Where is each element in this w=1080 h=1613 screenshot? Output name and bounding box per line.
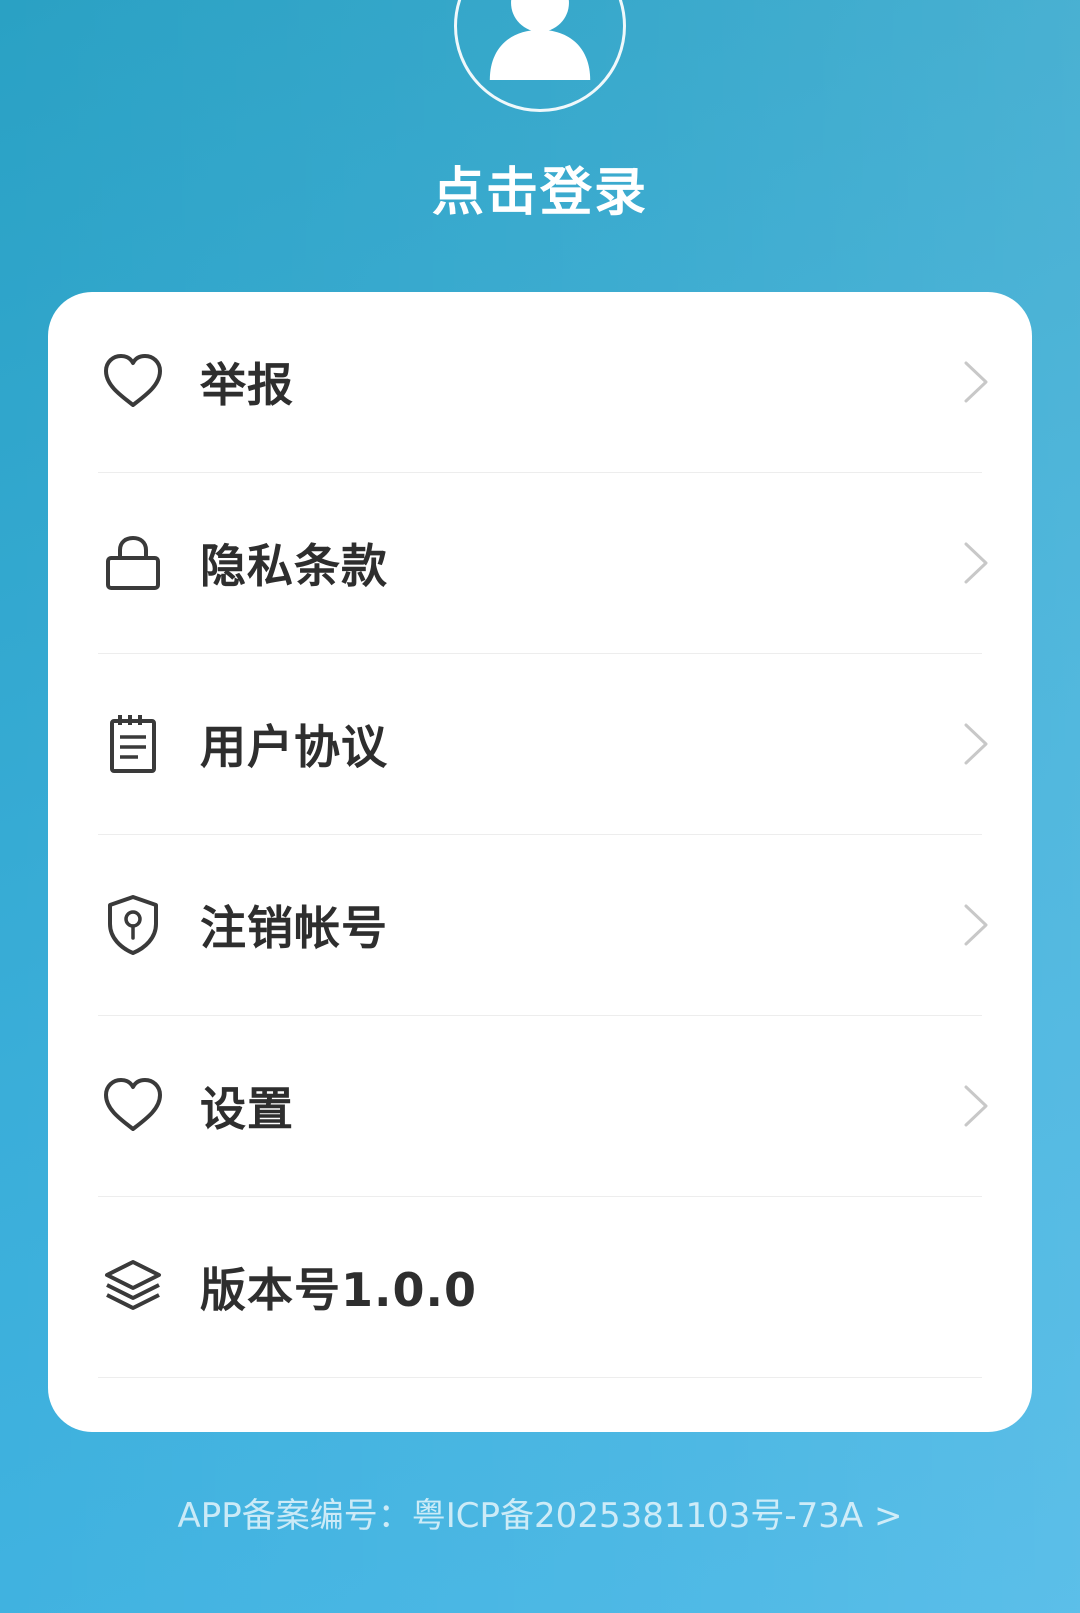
version-label: 版本号1.0.0	[200, 1263, 477, 1317]
chevron-right-icon	[960, 1083, 990, 1129]
lock-icon	[100, 530, 166, 596]
chevron-right-icon	[960, 359, 990, 405]
menu-item-report[interactable]: 举报	[98, 292, 988, 473]
menu-item-label: 设置	[200, 1082, 294, 1136]
chevron-right-icon	[960, 540, 990, 586]
heart-icon	[100, 1073, 166, 1139]
menu-item-label: 用户协议	[200, 720, 388, 774]
menu-card: 举报 隐私条款 用户协议 注销帐号 设置 版本号1.0.0	[48, 292, 1032, 1432]
menu-item-privacy[interactable]: 隐私条款	[98, 473, 988, 654]
menu-item-delete-account[interactable]: 注销帐号	[98, 835, 988, 1016]
menu-item-label: 隐私条款	[200, 539, 388, 593]
notepad-icon	[100, 711, 166, 777]
heart-icon	[100, 349, 166, 415]
icp-record-link[interactable]: APP备案编号：粤ICP备2025381103号-73A >	[0, 1488, 1080, 1537]
layers-icon	[100, 1254, 166, 1320]
menu-item-label: 注销帐号	[200, 901, 388, 955]
menu-item-label: 举报	[200, 358, 294, 412]
avatar-button[interactable]	[454, 0, 626, 112]
menu-item-version: 版本号1.0.0	[98, 1197, 982, 1378]
user-avatar-icon	[489, 0, 591, 81]
chevron-right-icon	[960, 721, 990, 767]
menu-item-settings[interactable]: 设置	[98, 1016, 988, 1197]
menu-item-user-agreement[interactable]: 用户协议	[98, 654, 988, 835]
chevron-right-icon	[960, 902, 990, 948]
login-button[interactable]: 点击登录	[0, 150, 1080, 225]
shield-key-icon	[100, 892, 166, 958]
